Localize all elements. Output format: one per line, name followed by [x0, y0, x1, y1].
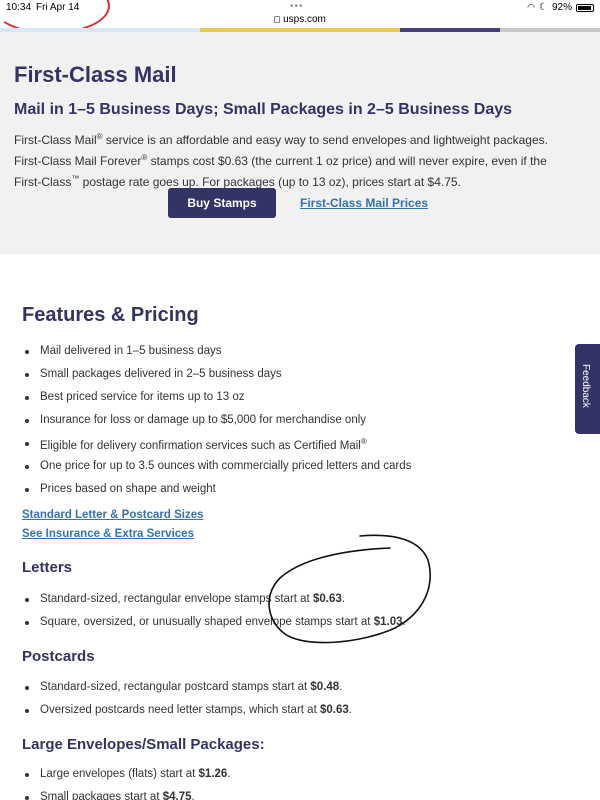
- postcards-heading: Postcards: [22, 648, 95, 665]
- hero-section: First-Class Mail Mail in 1–5 Business Da…: [0, 32, 600, 254]
- large-envelopes-heading: Large Envelopes/Small Packages:: [22, 736, 265, 753]
- wifi-icon: ◠: [527, 2, 536, 12]
- moon-icon: ☾: [539, 2, 548, 13]
- large-envelopes-list: Large envelopes (flats) start at $1.26. …: [22, 768, 582, 800]
- list-item: One price for up to 3.5 ounces with comm…: [22, 460, 582, 483]
- features-list: Mail delivered in 1–5 business days Smal…: [22, 345, 582, 506]
- page-title: First-Class Mail: [14, 62, 177, 87]
- list-item: Small packages delivered in 2–5 business…: [22, 368, 582, 391]
- page-subtitle: Mail in 1–5 Business Days; Small Package…: [14, 101, 513, 118]
- list-item: Standard-sized, rectangular envelope sta…: [22, 593, 582, 616]
- url-text: usps.com: [283, 14, 326, 25]
- lock-icon: [274, 16, 281, 23]
- intro-paragraph: First-Class Mail® service is an affordab…: [14, 132, 548, 189]
- list-item: Standard-sized, rectangular postcard sta…: [22, 681, 582, 704]
- feedback-tab[interactable]: Feedback: [575, 344, 600, 434]
- list-item: Mail delivered in 1–5 business days: [22, 345, 582, 368]
- list-item: Best priced service for items up to 13 o…: [22, 391, 582, 414]
- list-item: Large envelopes (flats) start at $1.26.: [22, 768, 582, 791]
- feedback-label: Feedback: [580, 364, 591, 408]
- features-heading: Features & Pricing: [22, 304, 199, 326]
- list-item: Small packages start at $4.75.: [22, 791, 582, 800]
- tab-dots-icon[interactable]: •••: [290, 1, 304, 12]
- insurance-extra-services-link[interactable]: See Insurance & Extra Services: [22, 528, 194, 540]
- list-item: Prices based on shape and weight: [22, 483, 582, 506]
- letter-postcard-sizes-link[interactable]: Standard Letter & Postcard Sizes: [22, 509, 204, 521]
- list-item: Insurance for loss or damage up to $5,00…: [22, 414, 582, 437]
- first-class-prices-link[interactable]: First-Class Mail Prices: [300, 196, 428, 210]
- list-item: Eligible for delivery confirmation servi…: [22, 437, 582, 460]
- letters-heading: Letters: [22, 559, 73, 576]
- battery-percent: 92%: [551, 2, 572, 13]
- status-indicators: ◠ ☾ 92%: [527, 2, 594, 13]
- buy-stamps-button[interactable]: Buy Stamps: [168, 188, 276, 218]
- letters-list: Standard-sized, rectangular envelope sta…: [22, 593, 582, 639]
- postcards-list: Standard-sized, rectangular postcard sta…: [22, 681, 582, 727]
- list-item: Square, oversized, or unusually shaped e…: [22, 616, 582, 639]
- battery-icon: [576, 3, 594, 12]
- list-item: Oversized postcards need letter stamps, …: [22, 704, 582, 727]
